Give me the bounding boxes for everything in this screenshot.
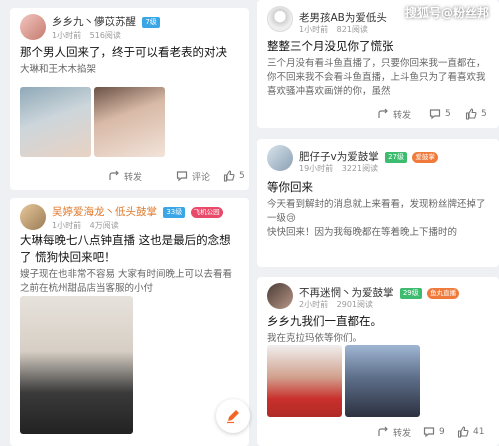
post-time: 2小时前 bbox=[299, 300, 329, 309]
avatar[interactable] bbox=[267, 6, 293, 32]
avatar[interactable] bbox=[20, 204, 46, 230]
post-card[interactable]: 吴婷爱海龙丶低头鼓掌 33级 飞机公园 1小时前 4万阅读 大琳每晚七八点钟直播… bbox=[10, 198, 249, 446]
thumbs-up-icon bbox=[223, 170, 235, 182]
compose-button[interactable] bbox=[216, 399, 250, 433]
thumbs-up-icon bbox=[465, 108, 477, 120]
post-time: 19小时前 bbox=[299, 164, 334, 173]
repost-button[interactable]: 转发 bbox=[377, 108, 411, 121]
view-count: 4万阅读 bbox=[89, 221, 119, 230]
post-body: 嫂子现在也非常不容易 大家有时间晚上可以去看看之前在杭州甜品店当客服的小付 bbox=[20, 269, 233, 294]
post-image[interactable] bbox=[94, 87, 165, 157]
comment-icon bbox=[429, 109, 441, 120]
post-image[interactable] bbox=[20, 296, 133, 434]
repost-button[interactable]: 转发 bbox=[377, 426, 411, 439]
post-title[interactable]: 整整三个月没见你了慌张 bbox=[267, 38, 489, 55]
share-icon bbox=[109, 170, 119, 180]
post-time: 1小时前 bbox=[299, 25, 329, 34]
fan-badge: 鱼丸直播 bbox=[427, 288, 460, 299]
post-card[interactable]: 肥仔子v为爱鼓掌 27级 爱鼓掌 19小时前 3221阅读 等你回来 今天看到解… bbox=[257, 139, 499, 267]
fan-badge: 爱鼓掌 bbox=[412, 152, 438, 163]
view-count: 3221阅读 bbox=[341, 164, 379, 173]
username[interactable]: 老男孩AB为爱低头 bbox=[299, 12, 387, 24]
username[interactable]: 肥仔子v为爱鼓掌 bbox=[299, 151, 379, 163]
post-title[interactable]: 乡乡九我们一直都在。 bbox=[267, 313, 489, 330]
post-body: 今天看到解封的消息就上来看看，发现粉丝牌还掉了一级😢 快快回来！因为我每晚都在等… bbox=[267, 199, 486, 238]
like-button[interactable]: 5 bbox=[223, 170, 245, 182]
like-button[interactable]: 5 bbox=[465, 108, 487, 120]
level-badge: 27级 bbox=[385, 152, 407, 163]
avatar[interactable] bbox=[267, 145, 293, 171]
post-time: 1小时前 bbox=[52, 221, 82, 230]
post-image[interactable] bbox=[267, 345, 342, 417]
post-card[interactable]: 乡乡九丶儚苡苏醒 7级 1小时前 516阅读 那个男人回来了，终于可以看老表的对… bbox=[10, 8, 249, 190]
level-badge: 29级 bbox=[399, 288, 422, 299]
comment-button[interactable]: 9 bbox=[423, 426, 445, 438]
pen-icon bbox=[227, 410, 239, 424]
view-count: 516阅读 bbox=[89, 31, 121, 40]
post-body: 大琳和王木木掐架 bbox=[20, 64, 97, 75]
thumbs-up-icon bbox=[457, 426, 469, 438]
share-icon bbox=[378, 426, 388, 436]
like-button[interactable]: 41 bbox=[457, 426, 484, 438]
fan-badge: 飞机公园 bbox=[190, 207, 223, 218]
level-badge: 33级 bbox=[163, 207, 186, 218]
post-body: 三个月没有看斗鱼直播了，只要你回来我一直都在，你不回来我不会看斗鱼直播，上斗鱼只… bbox=[267, 58, 486, 97]
post-image[interactable] bbox=[20, 87, 91, 157]
post-image[interactable] bbox=[345, 345, 420, 417]
post-time: 1小时前 bbox=[52, 31, 82, 40]
post-title[interactable]: 等你回来 bbox=[267, 179, 489, 196]
avatar[interactable] bbox=[267, 283, 293, 309]
repost-button[interactable]: 转发 bbox=[108, 170, 142, 183]
username[interactable]: 乡乡九丶儚苡苏醒 bbox=[52, 16, 136, 28]
view-count: 821阅读 bbox=[336, 25, 368, 34]
view-count: 2901阅读 bbox=[336, 300, 373, 309]
post-card[interactable]: 不再迷惘丶为爱鼓掌 29级 鱼丸直播 2小时前 2901阅读 乡乡九我们一直都在… bbox=[257, 277, 499, 446]
comment-icon bbox=[423, 427, 435, 438]
comment-icon bbox=[176, 171, 188, 182]
level-badge: 7级 bbox=[142, 17, 160, 28]
username[interactable]: 不再迷惘丶为爱鼓掌 bbox=[299, 287, 394, 299]
post-body: 我在克拉玛依等你们。 bbox=[267, 333, 363, 344]
username[interactable]: 吴婷爱海龙丶低头鼓掌 bbox=[52, 206, 157, 218]
comment-button[interactable]: 评论 bbox=[176, 170, 210, 183]
share-icon bbox=[378, 108, 388, 118]
post-card[interactable]: 搜狐号@粉丝邦 老男孩AB为爱低头 1小时前 821阅读 整整三个月没见你了慌张… bbox=[257, 0, 499, 128]
post-title[interactable]: 那个男人回来了，终于可以看老表的对决 bbox=[20, 44, 239, 61]
comment-button[interactable]: 5 bbox=[429, 108, 451, 120]
post-title[interactable]: 大琳每晚七八点钟直播 这也是最后的念想了 慌狗快回来吧！ bbox=[20, 232, 239, 266]
avatar[interactable] bbox=[20, 14, 46, 40]
